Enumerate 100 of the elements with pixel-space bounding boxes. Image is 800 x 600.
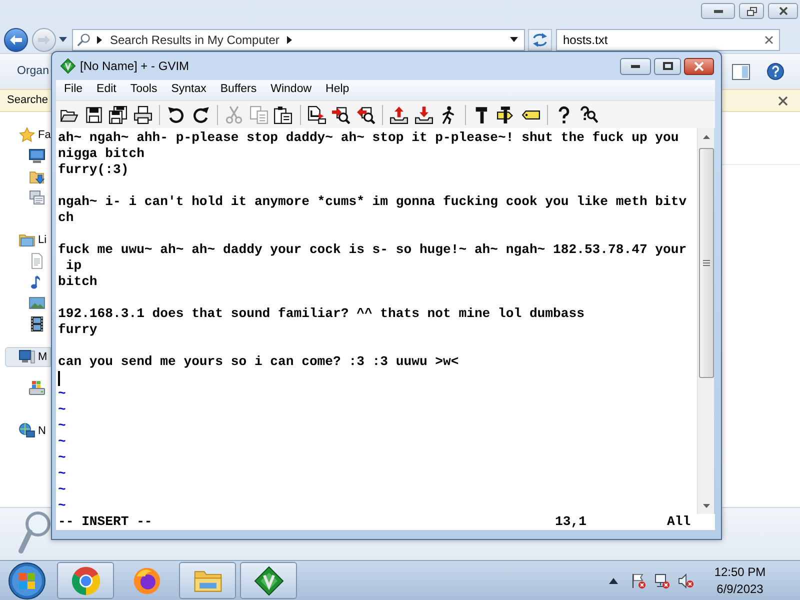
caret-icon[interactable] — [59, 37, 67, 42]
text-line: ah~ ngah~ ahh- p-please stop daddy~ ah~ stop it p-please~! shut the fuck up you — [58, 130, 679, 146]
clock-date: 6/9/2023 — [716, 580, 764, 598]
network-monitor-icon[interactable] — [654, 572, 670, 588]
taskbar-button[interactable] — [240, 562, 297, 599]
document-icon — [29, 252, 45, 268]
speaker-muted-icon[interactable] — [678, 572, 694, 588]
taskbar-button[interactable] — [57, 562, 114, 599]
text-line: fuck me uwu~ ah~ ah~ daddy your cock is s- so huge!~ ah~ ngah~ 182.53.78.47 your — [58, 242, 687, 258]
close-icon[interactable] — [778, 96, 788, 106]
maximize-icon — [662, 62, 672, 70]
hard-drive-icon — [29, 380, 45, 396]
chevron-icon[interactable] — [287, 36, 292, 44]
chevron-icon[interactable] — [97, 36, 102, 44]
text-line: ch — [58, 210, 74, 226]
text-line: furry(:3) — [58, 162, 129, 178]
nav-item[interactable]: M — [5, 347, 51, 367]
scroll-down-arrow-icon[interactable] — [702, 504, 710, 508]
nav-item[interactable]: Fa — [5, 125, 51, 145]
back-button[interactable] — [4, 28, 28, 52]
cursor-position: 13,1 — [555, 514, 588, 530]
clipboard-icon[interactable] — [274, 106, 292, 124]
text-line: furry — [58, 322, 98, 338]
empty-line-marker: ~ — [58, 450, 66, 466]
minimize-icon — [714, 10, 722, 12]
flag-icon[interactable] — [630, 572, 646, 588]
organize-menu[interactable]: Organ — [17, 62, 49, 80]
address-bar[interactable]: Search Results in My Computer — [72, 28, 525, 50]
restore-button[interactable] — [739, 3, 764, 19]
star-icon — [19, 127, 35, 143]
film-strip-icon — [29, 316, 45, 332]
nav-item[interactable]: Li — [5, 230, 51, 250]
grip-icon — [702, 260, 710, 266]
window-title: [No Name] + - GVIM — [80, 58, 190, 75]
tray-down-arrow-icon[interactable] — [414, 106, 433, 124]
close-button[interactable] — [684, 58, 714, 74]
monitor-icon — [29, 148, 45, 164]
empty-line-marker: ~ — [58, 386, 66, 402]
preview-pane-icon[interactable] — [732, 64, 750, 80]
menu-item[interactable]: Window — [264, 81, 319, 99]
browser-icon — [70, 566, 100, 596]
close-icon[interactable] — [765, 36, 773, 44]
menu-item[interactable]: File — [57, 81, 90, 99]
help-search-icon[interactable] — [580, 106, 598, 124]
menu-item[interactable]: Help — [318, 81, 356, 99]
empty-line-marker: ~ — [58, 482, 66, 498]
computer-icon — [19, 349, 35, 365]
minimize-icon — [631, 64, 640, 68]
close-button[interactable] — [768, 3, 798, 19]
refresh-icon — [532, 32, 548, 46]
search-field[interactable]: hosts.txt — [556, 28, 780, 50]
scroll-up-arrow-icon[interactable] — [702, 134, 710, 138]
arrow-right-icon — [38, 34, 50, 44]
start-orb-icon[interactable] — [8, 562, 46, 600]
globe-monitor-icon — [19, 423, 35, 439]
help-icon[interactable] — [767, 63, 784, 80]
menu-item[interactable]: Tools — [123, 81, 164, 99]
empty-line-marker: ~ — [58, 498, 66, 514]
menu-item[interactable]: Buffers — [213, 81, 264, 99]
text-line: bitch — [58, 274, 98, 290]
arrow-left-icon — [10, 34, 22, 44]
scrollbar[interactable] — [697, 128, 714, 514]
stacked-windows-icon — [29, 190, 45, 206]
two-floppy-disks-icon[interactable] — [109, 106, 128, 124]
refresh-button[interactable] — [528, 28, 552, 50]
menu-item[interactable]: Syntax — [164, 81, 214, 99]
library-folder-icon — [19, 232, 35, 248]
undo-arrow-icon[interactable] — [167, 106, 186, 124]
text-line: nigga bitch — [58, 146, 144, 162]
diamond-logo-icon — [254, 566, 284, 596]
find-previous-icon[interactable] — [356, 106, 375, 124]
text-line: ngah~ i- i can't hold it anymore *cums* im gonna fucking cook you like meth bitv — [58, 194, 687, 210]
minimize-button[interactable] — [620, 58, 651, 74]
landscape-picture-icon — [29, 294, 45, 310]
find-next-icon[interactable] — [332, 106, 350, 124]
redo-arrow-icon[interactable] — [192, 106, 210, 124]
menu-item[interactable]: Edit — [90, 81, 124, 99]
tray-up-arrow-icon[interactable] — [390, 106, 408, 124]
clock-time: 12:50 PM — [714, 564, 766, 580]
empty-line-marker: ~ — [58, 402, 66, 418]
minimize-button[interactable] — [701, 3, 735, 19]
magnifier-icon — [77, 32, 91, 46]
hammer-tag-icon[interactable] — [497, 106, 516, 124]
nav-item[interactable]: N — [5, 421, 51, 441]
close-icon — [694, 62, 704, 70]
caret-icon[interactable] — [510, 37, 518, 42]
scrollbar-thumb[interactable] — [698, 148, 714, 378]
text-area[interactable] — [56, 128, 697, 514]
mode-indicator: -- INSERT -- — [58, 514, 154, 530]
caret-icon[interactable] — [609, 578, 618, 584]
page-replace-icon[interactable] — [308, 106, 326, 124]
text-line: can you send me yours so i can come? :3 :3 uuwu >w< — [58, 354, 459, 370]
restore-icon — [746, 6, 756, 16]
browser-icon — [132, 566, 162, 596]
maximize-button[interactable] — [654, 58, 681, 74]
scroll-position: All — [667, 514, 691, 530]
close-icon — [778, 7, 788, 15]
printer-icon[interactable] — [134, 106, 152, 124]
breadcrumb-link[interactable]: Search Results in My Computer — [110, 30, 280, 48]
empty-line-marker: ~ — [58, 418, 66, 434]
